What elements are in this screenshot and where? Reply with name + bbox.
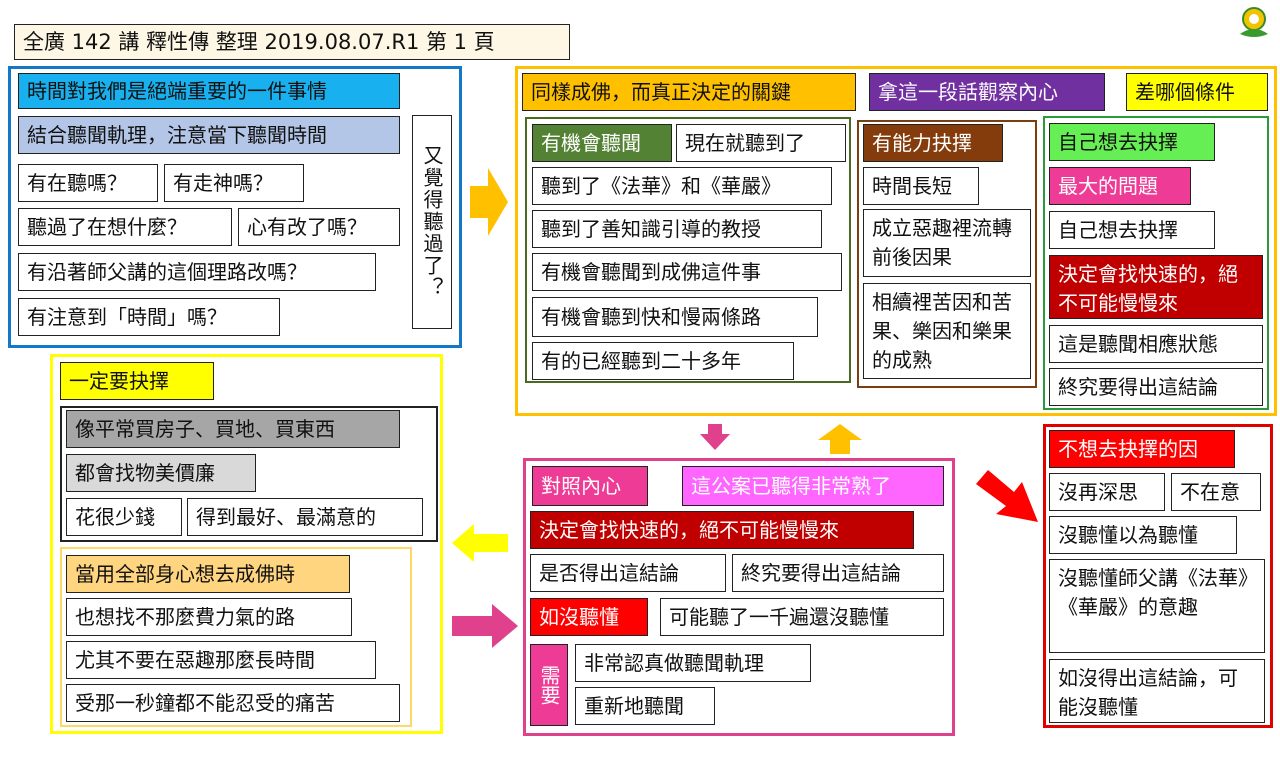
yellow-sub-title: 當用全部身心想去成佛時 xyxy=(66,555,350,593)
yellow-g3: 花很少錢 xyxy=(66,498,182,536)
red-r5: 如沒得出這結論，可能沒聽懂 xyxy=(1049,659,1265,723)
col2-item: 相續裡苦因和苦果、樂因和樂果的成熟 xyxy=(863,283,1031,379)
arrow-down-icon xyxy=(700,424,730,450)
col3-item: 這是聽聞相應狀態 xyxy=(1049,325,1263,363)
col2-item: 時間長短 xyxy=(863,167,979,205)
col3-head: 自己想去抉擇 xyxy=(1049,123,1215,161)
red-r4: 沒聽懂師父講《法華》《華嚴》的意趣 xyxy=(1049,559,1265,653)
blue-title: 時間對我們是絕端重要的一件事情 xyxy=(18,73,400,109)
purple-label: 拿這一段話觀察內心 xyxy=(869,73,1105,111)
col3-red-conclusion: 決定會找快速的，絕不可能慢慢來 xyxy=(1049,255,1263,319)
col1-item: 聽到了《法華》和《華嚴》 xyxy=(532,167,832,205)
yellow-g2: 都會找物美價廉 xyxy=(66,454,256,492)
orange-title: 同樣成佛，而真正決定的關鍵 xyxy=(522,73,856,111)
red-r1: 沒再深思 xyxy=(1049,473,1165,511)
col2-item: 成立惡趣裡流轉前後因果 xyxy=(863,209,1031,277)
question-changed: 心有改了嗎？ xyxy=(238,208,400,246)
blue-side-note: 又覺得聽過了？ xyxy=(412,115,452,329)
col1-item: 有機會聽到快和慢兩條路 xyxy=(532,297,818,337)
col1-head: 有機會聽聞 xyxy=(532,124,672,162)
red-r2: 不在意 xyxy=(1171,473,1261,511)
yellow-s2: 尤其不要在惡趣那麼長時間 xyxy=(66,641,376,679)
col1-item: 有機會聽聞到成佛這件事 xyxy=(532,253,842,291)
col1-item: 有的已經聽到二十多年 xyxy=(532,342,794,380)
pink-red-conclusion: 決定會找快速的，絕不可能慢慢來 xyxy=(530,511,914,549)
col1-head2: 現在就聽到了 xyxy=(676,124,846,162)
pink-t2: 這公案已聽得非常熟了 xyxy=(682,466,944,506)
pink-n1: 非常認真做聽聞軌理 xyxy=(575,644,811,682)
question-distracted: 有走神嗎？ xyxy=(164,164,304,202)
arrow-up-icon xyxy=(818,424,862,454)
yellow-title: 一定要抉擇 xyxy=(60,362,214,400)
pink-t1: 對照內心 xyxy=(532,466,648,506)
yellow-label: 差哪個條件 xyxy=(1126,73,1268,111)
pink-n2: 重新地聽聞 xyxy=(575,687,715,725)
yellow-g4: 得到最好、最滿意的 xyxy=(187,498,423,536)
page-title: 全廣 142 講 釋性傳 整理 2019.08.07.R1 第 1 頁 xyxy=(14,24,570,60)
pink-need: 需要 xyxy=(530,644,568,726)
lotus-logo-icon xyxy=(1240,7,1268,37)
pink-a2: 終究要得出這結論 xyxy=(732,554,944,592)
arrow-right-pink-icon xyxy=(452,604,518,648)
arrow-right-icon xyxy=(470,168,508,236)
pink-a1: 是否得出這結論 xyxy=(530,554,726,592)
question-listening: 有在聽嗎？ xyxy=(18,164,158,202)
col3-item: 自己想去抉擇 xyxy=(1049,211,1215,249)
question-thinking: 聽過了在想什麼？ xyxy=(18,208,232,246)
pink-if-text: 可能聽了一千遍還沒聽懂 xyxy=(660,598,944,636)
col2-head: 有能力抉擇 xyxy=(863,124,1003,162)
red-r3: 沒聽懂以為聽懂 xyxy=(1049,516,1237,554)
arrow-left-icon xyxy=(452,524,508,562)
col3-item: 終究要得出這結論 xyxy=(1049,368,1263,406)
blue-subtitle: 結合聽聞軌理，注意當下聽聞時間 xyxy=(18,116,400,154)
col3-problem: 最大的問題 xyxy=(1049,167,1191,205)
yellow-s1: 也想找不那麼費力氣的路 xyxy=(66,598,352,636)
question-follow-reasoning: 有沿著師父講的這個理路改嗎？ xyxy=(18,253,376,291)
yellow-g1: 像平常買房子、買地、買東西 xyxy=(66,410,400,448)
col1-item: 聽到了善知識引導的教授 xyxy=(532,210,822,248)
yellow-s3: 受那一秒鐘都不能忍受的痛苦 xyxy=(66,684,400,722)
question-time: 有注意到「時間」嗎？ xyxy=(18,298,280,336)
pink-if: 如沒聽懂 xyxy=(530,598,648,636)
arrow-diagonal-red-icon xyxy=(976,470,1038,522)
red-title: 不想去抉擇的因 xyxy=(1049,430,1235,468)
